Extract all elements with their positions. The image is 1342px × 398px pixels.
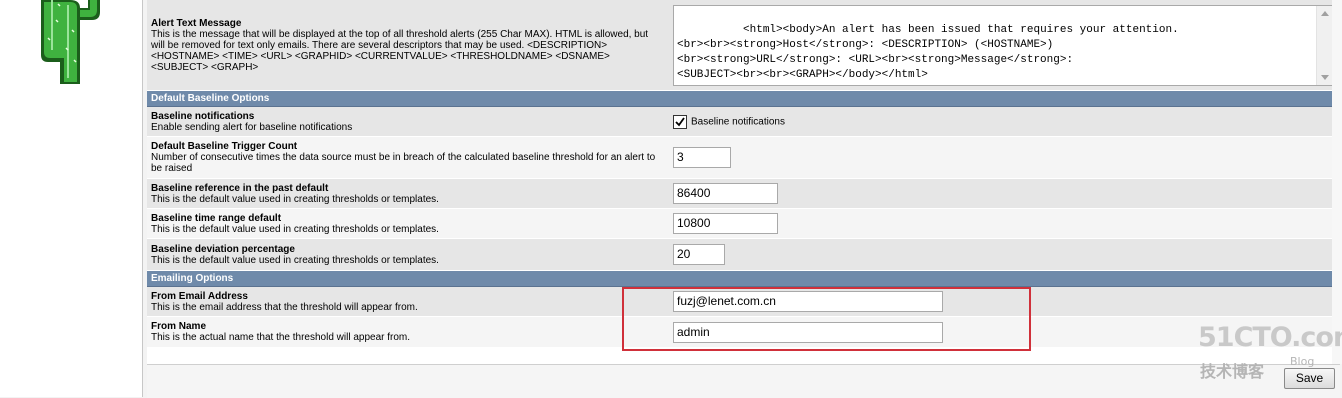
trigger-count-title: Default Baseline Trigger Count [151, 141, 298, 152]
reference-past-title: Baseline reference in the past default [151, 182, 329, 194]
reference-past-input[interactable]: 86400 [673, 183, 778, 204]
from-email-input[interactable]: fuzj@lenet.com.cn [673, 291, 943, 312]
from-email-title: From Email Address [151, 290, 248, 302]
baseline-notifications-checkbox-label[interactable]: Baseline notifications [691, 116, 785, 127]
reference-past-row: Baseline reference in the past default T… [147, 178, 1340, 209]
trigger-count-row: Default Baseline Trigger Count Number of… [147, 136, 1340, 179]
settings-panel: Alert Text Message This is the message t… [147, 0, 1340, 397]
time-range-row: Baseline time range default This is the … [147, 208, 1340, 239]
alert-text-value: <html><body>An alert has been issued tha… [677, 24, 1179, 81]
from-name-description: This is the actual name that the thresho… [151, 332, 411, 343]
reference-past-description: This is the default value used in creati… [151, 193, 439, 205]
sidebar [0, 0, 143, 397]
from-name-row: From Name This is the actual name that t… [147, 316, 1340, 348]
scroll-down-icon[interactable] [1321, 75, 1329, 80]
alert-text-description: This is the message that will be display… [151, 28, 649, 73]
baseline-notifications-title: Baseline notifications [151, 110, 255, 122]
page-scrollbar[interactable] [1332, 0, 1342, 364]
from-email-row: From Email Address This is the email add… [147, 286, 1340, 317]
from-name-input[interactable]: admin [673, 321, 943, 343]
baseline-notifications-checkbox[interactable] [673, 114, 687, 129]
from-name-title: From Name [151, 321, 207, 332]
time-range-input[interactable]: 10800 [673, 213, 778, 234]
trigger-count-input[interactable]: 3 [673, 147, 731, 168]
deviation-row: Baseline deviation percentage This is th… [147, 238, 1340, 271]
settings-table: Alert Text Message This is the message t… [147, 0, 1340, 348]
from-email-description: This is the email address that the thres… [151, 301, 418, 313]
alert-text-textarea[interactable]: <html><body>An alert has been issued tha… [673, 5, 1335, 86]
deviation-input[interactable]: 20 [673, 244, 725, 265]
email-section-title: Emailing Options [147, 270, 1340, 287]
baseline-notifications-description: Enable sending alert for baseline notifi… [151, 121, 353, 133]
baseline-section-header: Default Baseline Options [147, 90, 1340, 107]
watermark-main: 51CTO.com [1198, 322, 1342, 353]
deviation-description: This is the default value used in creati… [151, 254, 439, 266]
save-button[interactable]: Save [1284, 368, 1335, 389]
bottom-action-bar [147, 364, 1340, 398]
email-section-header: Emailing Options [147, 270, 1340, 287]
baseline-section-title: Default Baseline Options [147, 90, 1340, 107]
time-range-description: This is the default value used in creati… [151, 223, 439, 235]
time-range-title: Baseline time range default [151, 212, 282, 224]
trigger-count-description: Number of consecutive times the data sou… [151, 152, 656, 174]
alert-text-title: Alert Text Message [151, 17, 242, 29]
deviation-title: Baseline deviation percentage [151, 243, 295, 255]
cactus-logo-icon [41, 0, 100, 84]
scroll-up-icon[interactable] [1321, 11, 1329, 16]
baseline-notifications-row: Baseline notifications Enable sending al… [147, 106, 1340, 137]
watermark-sub: 技术博客 [1200, 362, 1265, 381]
checkmark-icon [675, 116, 685, 126]
watermark-blog: Blog [1290, 355, 1315, 368]
alert-text-row: Alert Text Message This is the message t… [147, 0, 1340, 91]
